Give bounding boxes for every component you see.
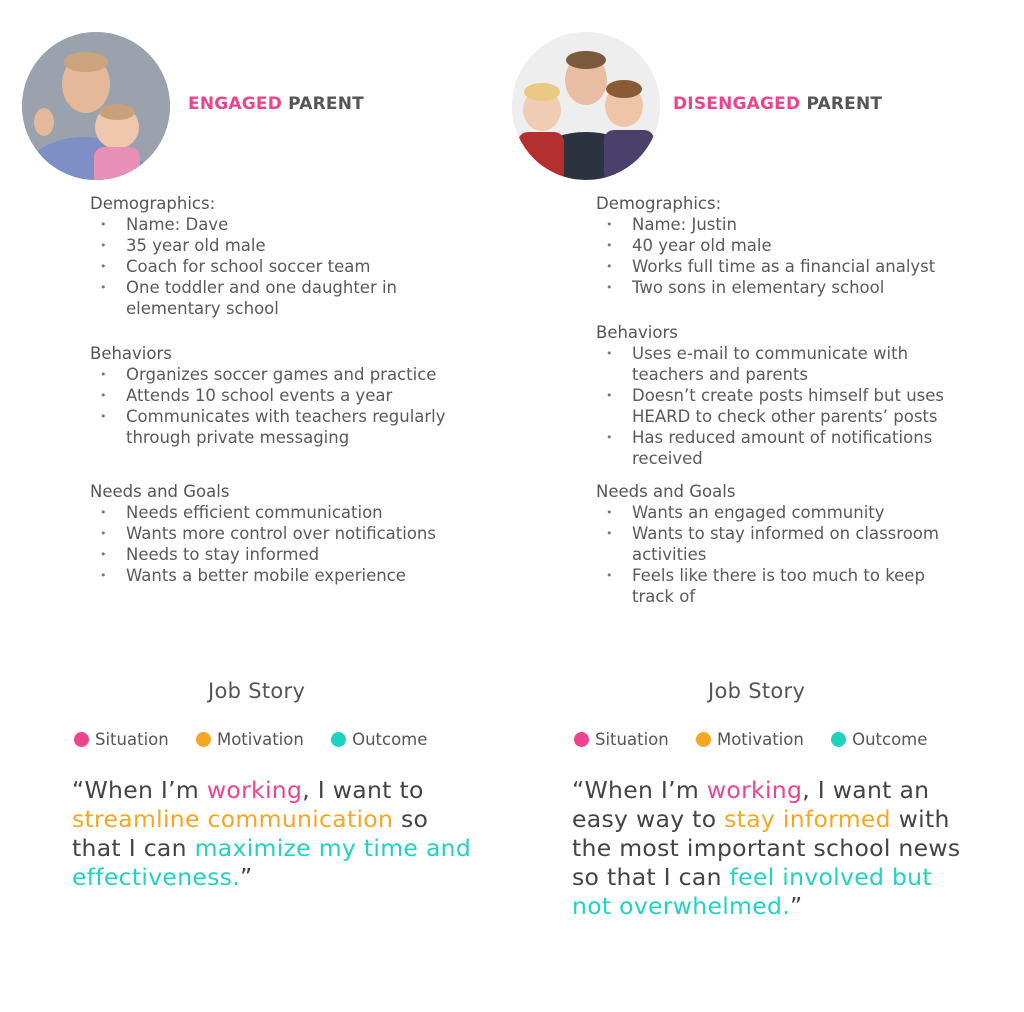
list-item: Needs efficient communication bbox=[90, 502, 450, 523]
behaviors-heading: Behaviors bbox=[596, 323, 678, 342]
list-item: Wants a better mobile experience bbox=[90, 565, 450, 586]
outcome-dot-icon bbox=[831, 732, 847, 747]
behaviors-list: Uses e-mail to communicate with teachers… bbox=[596, 343, 956, 469]
list-item: Wants more control over notifications bbox=[90, 523, 450, 544]
list-item: Attends 10 school events a year bbox=[90, 385, 450, 406]
list-item: Needs to stay informed bbox=[90, 544, 450, 565]
needs-list: Needs efficient communication Wants more… bbox=[90, 502, 450, 586]
legend-situation: Situation bbox=[74, 730, 169, 749]
needs-list: Wants an engaged community Wants to stay… bbox=[596, 502, 956, 607]
legend-outcome: Outcome bbox=[331, 730, 427, 749]
list-item: Two sons in elementary school bbox=[596, 277, 956, 298]
motivation-dot-icon bbox=[195, 732, 211, 747]
needs-heading: Needs and Goals bbox=[90, 482, 230, 501]
list-item: 35 year old male bbox=[90, 235, 450, 256]
legend-motivation: Motivation bbox=[695, 730, 804, 749]
list-item: Communicates with teachers regularly thr… bbox=[90, 406, 450, 448]
persona-title: DISENGAGED PARENT bbox=[673, 94, 883, 114]
legend-motivation: Motivation bbox=[195, 730, 304, 749]
demographics-list: Name: Dave 35 year old male Coach for sc… bbox=[90, 214, 450, 319]
avatar-photo bbox=[512, 32, 660, 180]
list-item: Has reduced amount of notifications rece… bbox=[596, 427, 956, 469]
list-item: Uses e-mail to communicate with teachers… bbox=[596, 343, 956, 385]
motivation-dot-icon bbox=[695, 732, 711, 747]
behaviors-list: Organizes soccer games and practice Atte… bbox=[90, 364, 450, 448]
job-story-heading: Job Story bbox=[708, 679, 806, 703]
persona-engaged: ENGAGED PARENT Demographics: Name: Dave … bbox=[0, 0, 512, 1012]
needs-heading: Needs and Goals bbox=[596, 482, 736, 501]
list-item: Doesn’t create posts himself but uses HE… bbox=[596, 385, 956, 427]
list-item: Feels like there is too much to keep tra… bbox=[596, 565, 956, 607]
demographics-list: Name: Justin 40 year old male Works full… bbox=[596, 214, 956, 298]
avatar-photo bbox=[22, 32, 170, 180]
job-story-quote: “When I’m working, I want to streamline … bbox=[72, 776, 472, 891]
persona-details: Demographics: Name: Dave 35 year old mal… bbox=[90, 193, 450, 586]
demographics-heading: Demographics: bbox=[596, 194, 722, 213]
legend: Situation Motivation Outcome bbox=[74, 730, 449, 749]
list-item: Name: Dave bbox=[90, 214, 450, 235]
list-item: One toddler and one daughter in elementa… bbox=[90, 277, 450, 319]
outcome-dot-icon bbox=[331, 732, 347, 747]
legend-outcome: Outcome bbox=[831, 730, 927, 749]
list-item: Organizes soccer games and practice bbox=[90, 364, 450, 385]
list-item: Name: Justin bbox=[596, 214, 956, 235]
list-item: Works full time as a financial analyst bbox=[596, 256, 956, 277]
persona-details: Demographics: Name: Justin 40 year old m… bbox=[596, 193, 956, 607]
list-item: Coach for school soccer team bbox=[90, 256, 450, 277]
job-story-heading: Job Story bbox=[208, 679, 306, 703]
situation-dot-icon bbox=[574, 732, 589, 747]
behaviors-heading: Behaviors bbox=[90, 344, 172, 363]
legend: Situation Motivation Outcome bbox=[574, 730, 949, 749]
list-item: 40 year old male bbox=[596, 235, 956, 256]
persona-disengaged: DISENGAGED PARENT Demographics: Name: Ju… bbox=[500, 0, 1012, 1012]
job-story-quote: “When I’m working, I want an easy way to… bbox=[572, 776, 961, 920]
persona-title: ENGAGED PARENT bbox=[188, 94, 364, 114]
legend-situation: Situation bbox=[574, 730, 669, 749]
demographics-heading: Demographics: bbox=[90, 194, 216, 213]
list-item: Wants an engaged community bbox=[596, 502, 956, 523]
situation-dot-icon bbox=[74, 732, 89, 747]
list-item: Wants to stay informed on classroom acti… bbox=[596, 523, 956, 565]
